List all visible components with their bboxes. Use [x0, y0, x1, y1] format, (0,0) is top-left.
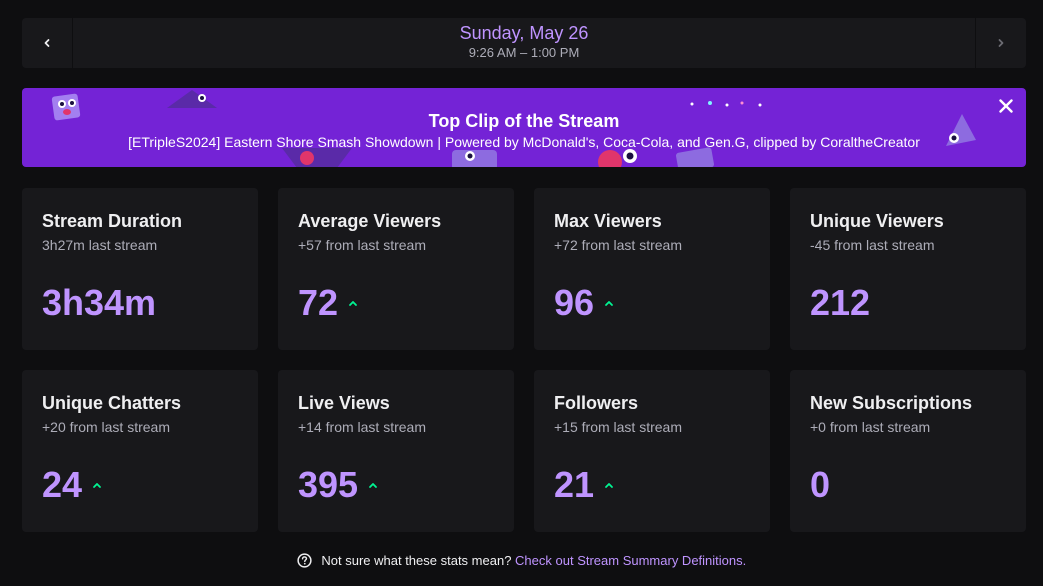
stat-delta: +72 from last stream — [554, 237, 682, 253]
stat-delta: +14 from last stream — [298, 419, 426, 435]
stat-card-live-views: Live Views +14 from last stream 395 — [278, 370, 514, 532]
stat-title: Max Viewers — [554, 211, 662, 231]
banner-title: Top Clip of the Stream — [428, 111, 620, 131]
question-circle-icon — [297, 553, 312, 568]
stats-grid: Stream Duration 3h27m last stream 3h34m … — [22, 188, 1026, 532]
help-question-text: Not sure what these stats mean? — [321, 553, 512, 568]
stat-card-unique-chatters: Unique Chatters +20 from last stream 24 — [22, 370, 258, 532]
clip-title-link[interactable]: [ETripleS2024] Eastern Shore Smash Showd… — [22, 133, 1026, 151]
trend-up-icon — [605, 301, 613, 306]
stream-time-range: 9:26 AM – 1:00 PM — [468, 45, 580, 60]
stat-value: 72 — [298, 282, 339, 323]
stat-value: 96 — [554, 282, 595, 323]
next-stream-button[interactable] — [975, 18, 1026, 68]
stat-value: 0 — [810, 464, 831, 505]
stat-card-max-viewers: Max Viewers +72 from last stream 96 — [534, 188, 770, 350]
stat-card-new-subscriptions: New Subscriptions +0 from last stream 0 — [790, 370, 1026, 532]
stat-value: 24 — [42, 464, 83, 505]
stat-card-average-viewers: Average Viewers +57 from last stream 72 — [278, 188, 514, 350]
stream-summary-page: Sunday, May 26 9:26 AM – 1:00 PM Top Cli… — [0, 0, 1043, 586]
close-icon — [999, 99, 1013, 113]
stat-card-followers: Followers +15 from last stream 21 — [534, 370, 770, 532]
previous-stream-button[interactable] — [22, 18, 73, 68]
stat-title: Stream Duration — [42, 211, 183, 231]
stat-value: 21 — [554, 464, 595, 505]
trend-up-icon — [349, 301, 357, 306]
stat-title: Unique Viewers — [810, 211, 944, 231]
stream-date-info: Sunday, May 26 9:26 AM – 1:00 PM — [72, 18, 976, 68]
stat-value: 395 — [298, 464, 359, 505]
stats-help-footer: Not sure what these stats mean? Check ou… — [0, 551, 1043, 571]
close-banner-button[interactable] — [996, 96, 1016, 116]
trend-up-icon — [605, 483, 613, 488]
stat-title: Live Views — [298, 393, 390, 413]
stat-title: Followers — [554, 393, 639, 413]
stat-card-unique-viewers: Unique Viewers -45 from last stream 212 — [790, 188, 1026, 350]
sparkle-decoration — [690, 101, 762, 107]
chevron-left-icon — [44, 39, 50, 47]
stat-delta: +0 from last stream — [810, 419, 931, 435]
stat-title: New Subscriptions — [810, 393, 973, 413]
chevron-right-icon — [998, 39, 1004, 47]
stream-summary-definitions-link[interactable]: Check out Stream Summary Definitions. — [515, 553, 746, 568]
date-navigation-bar: Sunday, May 26 9:26 AM – 1:00 PM — [22, 18, 1026, 68]
stat-card-stream-duration: Stream Duration 3h27m last stream 3h34m — [22, 188, 258, 350]
stat-delta: -45 from last stream — [810, 237, 935, 253]
trend-up-icon — [369, 483, 377, 488]
stat-delta: 3h27m last stream — [42, 237, 158, 253]
stat-title: Unique Chatters — [42, 393, 182, 413]
stat-delta: +15 from last stream — [554, 419, 682, 435]
stat-value: 3h34m — [42, 282, 157, 323]
stat-delta: +20 from last stream — [42, 419, 170, 435]
top-clip-banner[interactable]: Top Clip of the Stream [ETripleS2024] Ea… — [22, 88, 1026, 167]
stat-value: 212 — [810, 282, 871, 323]
trend-up-icon — [93, 483, 101, 488]
stat-title: Average Viewers — [298, 211, 442, 231]
stream-date: Sunday, May 26 — [459, 23, 589, 43]
mascot-illustration-top — [167, 90, 217, 108]
stat-delta: +57 from last stream — [298, 237, 426, 253]
